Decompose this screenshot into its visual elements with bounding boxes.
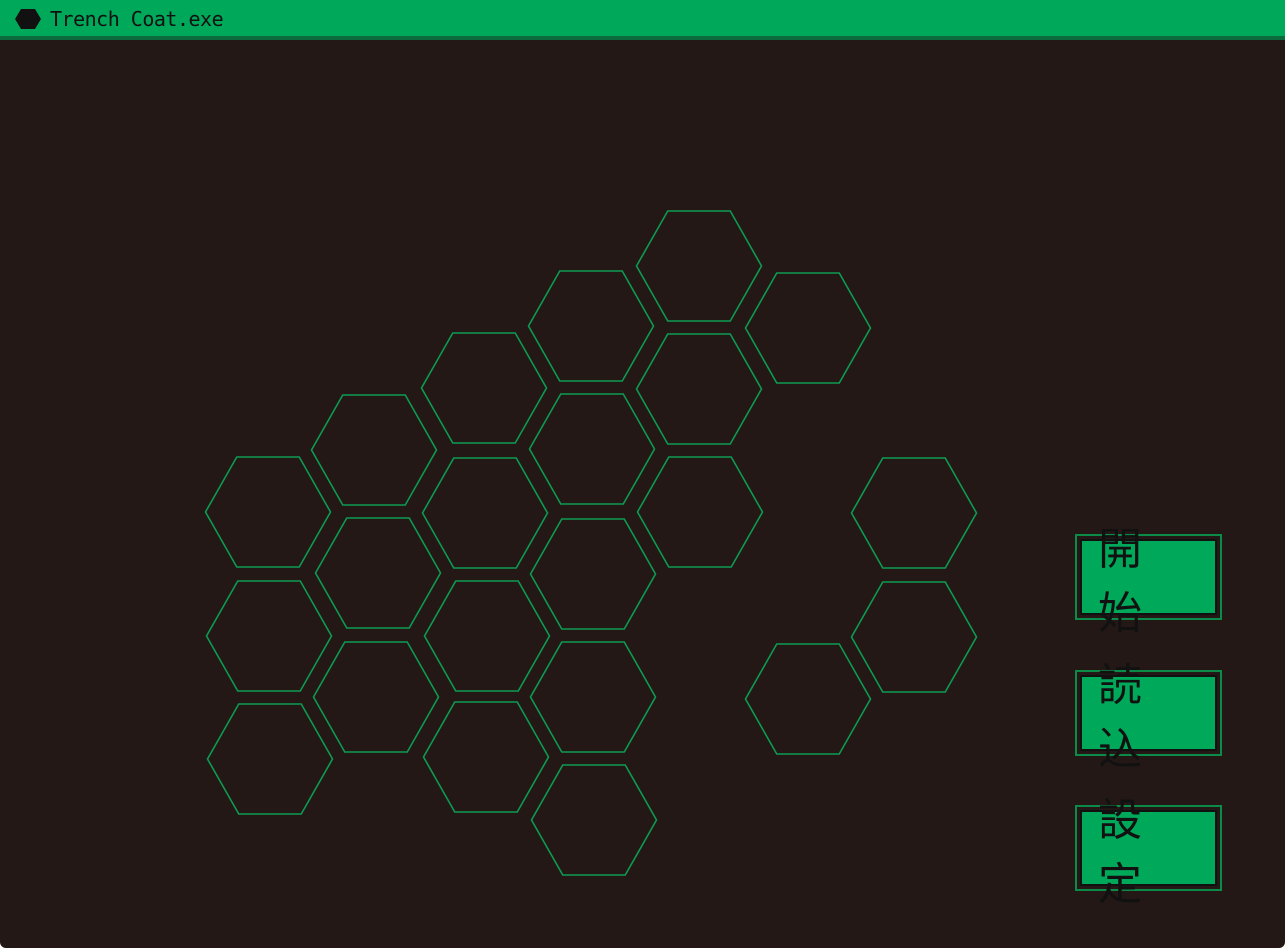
hex-19[interactable]: [744, 643, 872, 755]
hex-16[interactable]: [850, 581, 978, 693]
hex-8[interactable]: [204, 456, 332, 568]
hex-17[interactable]: [312, 641, 440, 753]
hex-5[interactable]: [635, 333, 763, 445]
hex-13[interactable]: [529, 518, 657, 630]
start-button[interactable]: 開始: [1075, 524, 1222, 639]
hex-1[interactable]: [635, 210, 763, 322]
settings-button-label: 設定: [1080, 795, 1217, 910]
hex-21[interactable]: [422, 701, 550, 813]
settings-button[interactable]: 設定: [1075, 795, 1222, 910]
hex-18[interactable]: [529, 641, 657, 753]
app-window: Trench Coat.exe 開始 読込 設定: [0, 0, 1285, 948]
hex-2[interactable]: [527, 270, 655, 382]
hex-7[interactable]: [528, 393, 656, 505]
load-button-label: 読込: [1080, 660, 1217, 775]
hex-22[interactable]: [530, 764, 658, 876]
hex-4[interactable]: [420, 332, 548, 444]
hex-10[interactable]: [636, 456, 764, 568]
load-button[interactable]: 読込: [1075, 660, 1222, 775]
hex-20[interactable]: [206, 703, 334, 815]
hex-11[interactable]: [850, 457, 978, 569]
hex-3[interactable]: [744, 272, 872, 384]
start-button-label: 開始: [1080, 524, 1217, 639]
hex-15[interactable]: [423, 580, 551, 692]
hex-9[interactable]: [421, 457, 549, 569]
hex-12[interactable]: [314, 517, 442, 629]
hex-6[interactable]: [310, 394, 438, 506]
hex-14[interactable]: [205, 580, 333, 692]
